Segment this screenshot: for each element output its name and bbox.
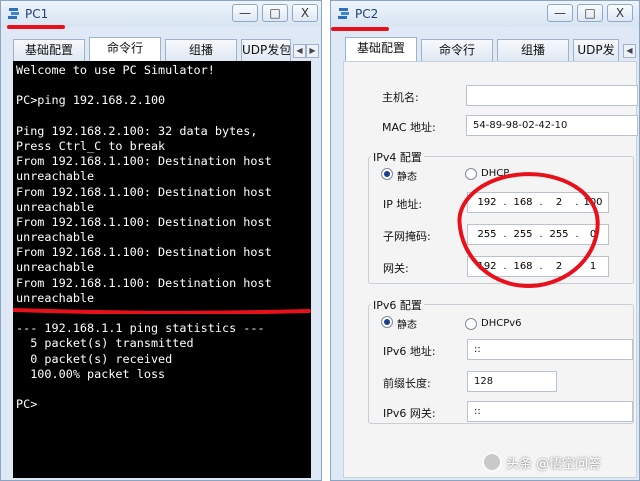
ipv4-dhcp-radio[interactable]: [465, 168, 477, 180]
terminal-red-underline: [13, 308, 311, 314]
tab-basic-config[interactable]: 基础配置: [345, 37, 417, 61]
pc1-window: PC1 — □ X 基础配置 命令行 组播 UDP发包 ◀ ▶ Welcome …: [0, 0, 322, 481]
watermark: 头条 @悟空问答: [482, 451, 632, 473]
mac-input[interactable]: 54-89-98-02-42-10: [466, 115, 638, 136]
ipv4-group-title: IPv4 配置: [371, 149, 424, 165]
close-button[interactable]: X: [607, 4, 633, 22]
terminal-line: unreachable: [16, 230, 95, 245]
terminal-output: Welcome to use PC Simulator! PC>ping 192.…: [16, 63, 309, 412]
terminal-line: unreachable: [16, 169, 95, 184]
tab-basic-config[interactable]: 基础配置: [13, 39, 85, 61]
tab-udp[interactable]: UDP发: [573, 39, 619, 61]
terminal-line: PC>: [16, 397, 38, 412]
pc-app-icon: [8, 8, 19, 19]
pc2-tab-bar: 基础配置 命令行 组播 UDP发 ◀: [335, 37, 637, 61]
terminal-line: 0 packet(s) received: [16, 351, 173, 366]
ipv6-dhcp-label: DHCPv6: [481, 318, 522, 329]
terminal-line: Press Ctrl_C to break: [16, 138, 166, 153]
hostname-input[interactable]: [466, 85, 638, 106]
ipv6-config-group: IPv6 配置 静态 DHCPv6 IPv6 地址: :: 前缀长度: 128 …: [368, 297, 634, 424]
pc2-title: PC2: [355, 7, 379, 21]
pc2-window: PC2 — □ X 基础配置 命令行 组播 UDP发 ◀ 主机名: MAC 地址…: [330, 0, 640, 481]
pc2-titlebar[interactable]: PC2 — □ X: [331, 1, 639, 31]
ip-address-label: IP 地址:: [383, 198, 423, 211]
pc1-titlebar[interactable]: PC1 — □ X: [1, 1, 321, 29]
terminal-line: From 192.168.1.100: Destination host: [16, 214, 272, 229]
tab-command-line[interactable]: 命令行: [421, 39, 493, 61]
pc1-title: PC1: [25, 7, 49, 21]
ipv4-static-label: 静态: [397, 172, 417, 183]
gateway-label: 网关:: [383, 262, 409, 275]
maximize-button[interactable]: □: [262, 4, 288, 22]
tab-command-line[interactable]: 命令行: [89, 37, 161, 61]
ipv6-gateway-input[interactable]: ::: [467, 401, 633, 422]
terminal-line: 5 packet(s) transmitted: [16, 336, 194, 351]
tab-scroll-arrows: ◀: [623, 44, 637, 58]
hostname-label: 主机名:: [382, 91, 419, 104]
pc1-tab-bar: 基础配置 命令行 组播 UDP发包 ◀ ▶: [5, 37, 319, 61]
watermark-text: 头条 @悟空问答: [506, 457, 602, 472]
terminal-line: unreachable: [16, 199, 95, 214]
prefix-length-input[interactable]: 128: [467, 371, 557, 392]
terminal-line: From 192.168.1.100: Destination host: [16, 245, 272, 260]
tab-udp[interactable]: UDP发包: [241, 39, 291, 61]
terminal-line: unreachable: [16, 260, 95, 275]
title-red-underline: [331, 27, 389, 31]
terminal-line: Welcome to use PC Simulator!: [16, 63, 215, 77]
ipv6-dhcp-radio[interactable]: [465, 318, 477, 330]
terminal-line: From 192.168.1.100: Destination host: [16, 154, 272, 169]
close-button[interactable]: X: [292, 4, 318, 22]
tab-scroll-arrows: ◀ ▶: [293, 44, 319, 58]
tab-multicast[interactable]: 组播: [165, 39, 237, 61]
maximize-button[interactable]: □: [577, 4, 603, 22]
ipv6-static-radio[interactable]: [381, 316, 393, 328]
terminal-line: unreachable: [16, 290, 95, 305]
title-red-underline: [7, 25, 65, 29]
pc-app-icon: [338, 8, 349, 19]
basic-config-panel: 主机名: MAC 地址: 54-89-98-02-42-10 IPv4 配置 静…: [343, 61, 638, 478]
mac-label: MAC 地址:: [382, 121, 436, 134]
terminal-line: PC>ping 192.168.2.100: [16, 93, 166, 108]
terminal-line: --- 192.168.1.1 ping statistics ---: [16, 321, 265, 336]
ipv6-address-input[interactable]: ::: [467, 339, 633, 360]
ipv6-group-title: IPv6 配置: [371, 297, 424, 313]
terminal-line: From 192.168.1.100: Destination host: [16, 184, 272, 199]
minimize-button[interactable]: —: [232, 4, 258, 22]
ipv4-static-radio[interactable]: [381, 168, 393, 180]
watermark-logo-icon: [482, 452, 502, 472]
terminal-line: Ping 192.168.2.100: 32 data bytes,: [16, 123, 258, 138]
ipv6-address-label: IPv6 地址:: [383, 345, 436, 358]
terminal-console[interactable]: Welcome to use PC Simulator! PC>ping 192.…: [13, 61, 311, 478]
terminal-line: From 192.168.1.100: Destination host: [16, 275, 272, 290]
chevron-left-icon[interactable]: ◀: [623, 44, 636, 58]
prefix-length-label: 前缀长度:: [383, 377, 431, 390]
chevron-right-icon[interactable]: ▶: [306, 44, 319, 58]
terminal-line: 100.00% packet loss: [16, 366, 166, 381]
tab-multicast[interactable]: 组播: [497, 39, 569, 61]
ipv6-static-label: 静态: [397, 320, 417, 331]
minimize-button[interactable]: —: [547, 4, 573, 22]
chevron-left-icon[interactable]: ◀: [293, 44, 306, 58]
subnet-mask-label: 子网掩码:: [383, 230, 431, 243]
ipv6-gateway-label: IPv6 网关:: [383, 407, 436, 420]
